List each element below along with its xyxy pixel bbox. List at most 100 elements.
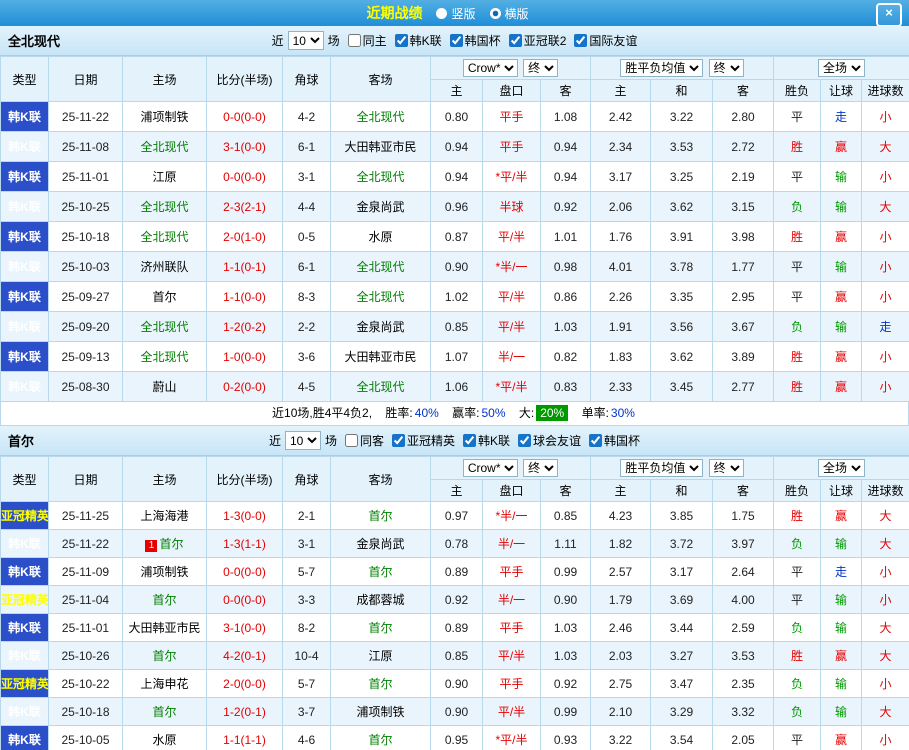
col-avg-win: 主 — [590, 79, 651, 102]
avg-win-cell: 2.06 — [590, 191, 651, 222]
vertical-mode-label: 竖版 — [451, 6, 476, 21]
avg-win-cell: 1.91 — [590, 311, 651, 342]
horizontal-mode-radio[interactable]: 横版 — [489, 5, 529, 22]
same-venue-filter[interactable]: 同客 — [344, 432, 384, 449]
league-filter-2[interactable]: 球会友谊 — [518, 432, 581, 449]
home-odds-cell: 0.90 — [430, 251, 483, 282]
match-count-select[interactable]: 10 — [287, 31, 324, 50]
away-team-cell: 成都蓉城 — [330, 585, 431, 614]
same-venue-label: 同主 — [362, 34, 387, 48]
away-odds-cell: 0.94 — [540, 131, 591, 162]
home-team-name: 首尔 — [159, 537, 184, 551]
avg-final-select[interactable]: 终 — [708, 459, 744, 477]
same-venue-checkbox[interactable] — [347, 34, 361, 47]
avg-source-select[interactable]: 胜平负均值 — [620, 459, 704, 477]
score-cell: 0-0(0-0) — [206, 557, 283, 586]
result-handicap-cell: 赢 — [820, 725, 863, 750]
scope-select[interactable]: 全场 — [818, 59, 866, 77]
filter-unit-label: 场 — [324, 434, 337, 448]
league-checkbox[interactable] — [449, 34, 463, 47]
odds-source-select[interactable]: Crow* — [462, 459, 518, 477]
handicap-cell: 平手 — [482, 669, 541, 698]
home-odds-cell: 0.94 — [430, 161, 483, 192]
league-checkbox[interactable] — [518, 434, 532, 447]
league-checkbox[interactable] — [508, 34, 522, 47]
away-team-cell: 首尔 — [330, 669, 431, 698]
away-odds-cell: 0.85 — [540, 501, 591, 530]
home-team-cell: 上海海港 — [122, 501, 207, 530]
result-goals-cell: 小 — [861, 669, 909, 698]
home-odds-cell: 0.94 — [430, 131, 483, 162]
home-team-name: 全北现代 — [140, 350, 189, 364]
filter-bar: 近 10 场 同主 韩K联 韩国杯 亚冠联2 国际友谊 — [272, 31, 637, 50]
match-row: 韩K联 25-09-13 全北现代 1-0(0-0) 3-6 大田韩亚市民 1.07 半/一 0… — [0, 341, 909, 372]
scope-select[interactable]: 全场 — [818, 459, 866, 477]
avg-lose-cell: 2.35 — [711, 669, 775, 698]
section-header: 首尔 近 10 场 同客 亚冠精英 韩K联 球会友谊 韩国杯 — [0, 426, 909, 456]
date-cell: 25-10-25 — [48, 191, 123, 222]
same-venue-checkbox[interactable] — [344, 434, 358, 447]
result-wdl-cell: 平 — [773, 281, 822, 312]
date-cell: 25-11-04 — [48, 585, 123, 614]
league-filter-1[interactable]: 韩国杯 — [449, 32, 501, 49]
avg-win-cell: 2.33 — [590, 371, 651, 402]
league-checkbox[interactable] — [574, 34, 588, 47]
result-wdl-cell: 负 — [773, 669, 822, 698]
league-filter-1[interactable]: 韩K联 — [463, 432, 510, 449]
away-team-cell: 全北现代 — [330, 251, 431, 282]
avg-win-cell: 3.22 — [590, 725, 651, 750]
odds-final-select[interactable]: 终 — [523, 59, 559, 77]
league-filter-3[interactable]: 韩国杯 — [589, 432, 640, 449]
avg-lose-cell: 2.64 — [711, 557, 775, 586]
league-checkbox[interactable] — [463, 434, 476, 447]
home-team-name: 首尔 — [152, 593, 177, 607]
home-team-cell: 首尔 — [122, 585, 207, 614]
league-filter-3[interactable]: 国际友谊 — [574, 32, 637, 49]
score-cell: 1-0(0-0) — [206, 341, 283, 372]
home-team-cell: 上海申花 — [122, 669, 207, 698]
match-row: 韩K联 25-11-22 浦项制铁 0-0(0-0) 4-2 全北现代 0.80 平手 1.08… — [0, 101, 909, 132]
avg-draw-cell: 3.44 — [650, 613, 713, 642]
avg-source-select[interactable]: 胜平负均值 — [620, 59, 704, 77]
avg-final-select[interactable]: 终 — [708, 59, 744, 77]
result-wdl-cell: 负 — [773, 311, 822, 342]
league-checkbox[interactable] — [589, 434, 603, 447]
result-goals-cell: 小 — [861, 585, 909, 614]
league-filter-0[interactable]: 韩K联 — [394, 32, 442, 49]
league-checkbox[interactable] — [391, 434, 405, 447]
league-filter-0[interactable]: 亚冠精英 — [391, 432, 455, 449]
radio-unselected-icon[interactable] — [436, 7, 448, 19]
corner-cell: 4-2 — [282, 101, 331, 132]
match-row: 韩K联 25-11-09 浦项制铁 0-0(0-0) 5-7 首尔 0.89 平手 0.99 2.… — [0, 557, 909, 586]
avg-lose-cell: 2.80 — [711, 101, 775, 132]
handicap-cell: *半/一 — [482, 501, 541, 530]
avg-lose-cell: 3.89 — [711, 341, 775, 372]
avg-win-cell: 2.57 — [590, 557, 651, 586]
avg-win-cell: 2.34 — [590, 131, 651, 162]
corner-cell: 8-2 — [282, 613, 331, 642]
col-away: 客场 — [330, 56, 431, 102]
same-venue-filter[interactable]: 同主 — [347, 32, 387, 49]
odds-source-select[interactable]: Crow* — [462, 59, 518, 77]
vertical-mode-radio[interactable]: 竖版 — [436, 5, 476, 22]
odds-final-select[interactable]: 终 — [523, 459, 559, 477]
avg-win-cell: 2.10 — [590, 697, 651, 726]
result-handicap-cell: 输 — [820, 585, 863, 614]
home-team-name: 全北现代 — [140, 320, 189, 334]
league-checkbox[interactable] — [394, 34, 408, 47]
result-handicap-cell: 走 — [820, 101, 863, 132]
home-team-cell: 1 首尔 — [122, 529, 207, 558]
away-team-cell: 大田韩亚市民 — [330, 341, 431, 372]
col-odds-home: 主 — [430, 79, 483, 102]
col-result-wdl: 胜负 — [773, 79, 822, 102]
league-filter-2[interactable]: 亚冠联2 — [508, 32, 566, 49]
radio-selected-icon[interactable] — [489, 7, 501, 19]
league-cell: 韩K联 — [0, 311, 49, 342]
league-filter-label: 亚冠精英 — [406, 434, 455, 448]
date-cell: 25-10-05 — [48, 725, 123, 750]
match-count-select[interactable]: 10 — [284, 431, 321, 450]
close-button[interactable]: × — [876, 3, 902, 27]
result-wdl-cell: 胜 — [773, 641, 822, 670]
home-odds-cell: 0.85 — [430, 641, 483, 670]
col-score: 比分(半场) — [206, 456, 283, 502]
